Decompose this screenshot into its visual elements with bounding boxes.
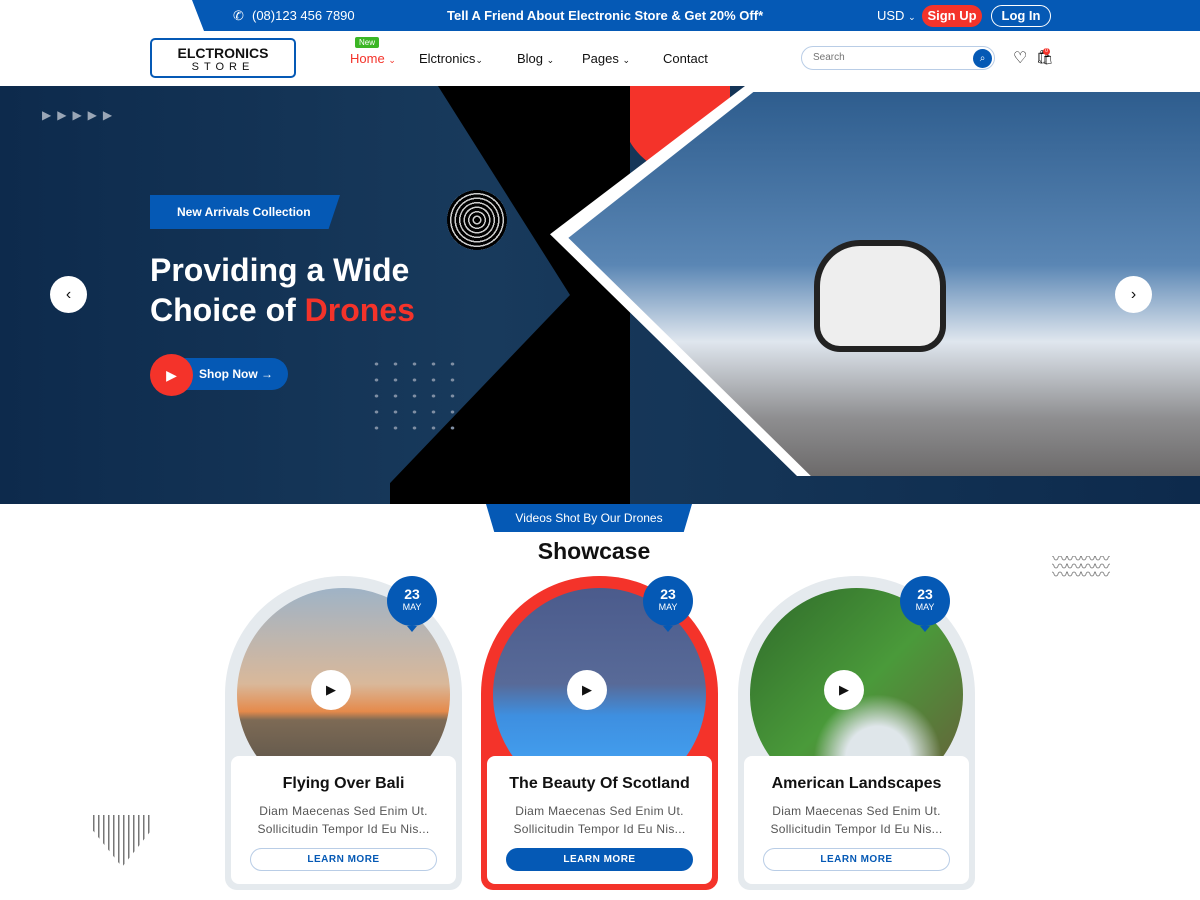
signup-button[interactable]: Sign Up [922, 5, 982, 27]
search-input[interactable] [813, 52, 963, 63]
learn-more-button[interactable]: LEARN MORE [250, 848, 437, 871]
logo[interactable]: ELCTRONICS STORE [150, 38, 296, 78]
chevron-down-icon: ⌄ [908, 12, 916, 22]
arrow-right-icon: → [261, 367, 274, 381]
date-day: 23 [404, 586, 420, 602]
currency-label: USD [877, 8, 905, 23]
showcase-card: ▶ 23 MAY The Beauty Of Scotland Diam Maec… [481, 576, 718, 890]
play-video-button[interactable]: ▶ [567, 670, 607, 710]
new-badge: New [355, 37, 380, 48]
showcase-title: Showcase [537, 538, 651, 564]
date-day: 23 [660, 586, 676, 602]
phone-number[interactable]: (08)123 456 7890 [252, 8, 355, 23]
top-bar: ✆ (08)123 456 7890 Tell A Friend About E… [0, 0, 1200, 31]
chevron-down-icon: ⌄ [388, 55, 396, 65]
decor-waves: 〰〰〰〰 〰〰〰〰 〰〰〰〰 [1052, 556, 1110, 580]
decor-triangles: ▶▶▶▶▶ [42, 108, 119, 122]
chevron-right-icon: › [1130, 286, 1137, 303]
phone-icon: ✆ [233, 8, 244, 23]
nav-blog[interactable]: Blog ⌄ [517, 51, 554, 66]
nav-contact[interactable]: Contact [663, 51, 708, 66]
hero-slider: ▶▶▶▶▶ New Arrivals Collection Providing … [0, 86, 1200, 504]
decor-rings [447, 190, 507, 250]
logo-line2: STORE [191, 61, 255, 73]
card-desc: Diam Maecenas Sed Enim Ut. [259, 804, 428, 818]
chevron-down-icon: ⌄ [622, 55, 631, 65]
showcase-tag: Videos Shot By Our Drones [486, 504, 692, 532]
showcase-card: ▶ 23 MAY Flying Over Bali Diam Maecenas S… [225, 576, 462, 890]
hero-title-line1: Providing a Wide [150, 252, 410, 288]
shop-now-button[interactable]: Shop Now → ▶ [150, 354, 288, 396]
hero-title: Providing a Wide Choice of Drones [150, 250, 415, 330]
card-desc: Sollicitudin Tempor Id Eu Nis... [770, 822, 943, 836]
showcase-card: ▶ 23 MAY American Landscapes Diam Maecena… [738, 576, 975, 890]
cart-count: 0 [1043, 48, 1050, 55]
date-month: MAY [915, 602, 935, 612]
play-icon: ▶ [582, 682, 592, 697]
card-title: The Beauty Of Scotland [509, 775, 690, 792]
nav-electronics[interactable]: Elctronics⌄ [419, 51, 483, 66]
next-slide-button[interactable]: › [1115, 276, 1152, 313]
chevron-down-icon: ⌄ [475, 55, 483, 65]
card-title: American Landscapes [771, 775, 942, 792]
date-day: 23 [917, 586, 933, 602]
nav-label: Home [350, 51, 385, 66]
promo-text: Tell A Friend About Electronic Store & G… [447, 8, 764, 23]
play-icon: ▶ [326, 682, 336, 697]
login-button[interactable]: Log In [991, 5, 1051, 27]
nav-label: Elctronics [419, 51, 476, 66]
heart-icon[interactable]: ♡ [1013, 48, 1027, 68]
play-video-button[interactable]: ▶ [311, 670, 351, 710]
card-desc: Sollicitudin Tempor Id Eu Nis... [257, 822, 430, 836]
date-badge: 23 MAY [900, 576, 950, 632]
search-icon: ⌕ [979, 53, 986, 64]
hero-tag: New Arrivals Collection [150, 195, 340, 229]
search-box: ⌕ [801, 46, 995, 70]
currency-select[interactable]: USD ⌄ [877, 8, 916, 23]
shop-now-label: Shop Now [199, 367, 258, 381]
decor-dots [367, 356, 467, 440]
card-desc: Diam Maecenas Sed Enim Ut. [515, 804, 684, 818]
hero-title-line2: Choice of [150, 292, 305, 328]
nav-label: Pages [582, 51, 619, 66]
date-month: MAY [658, 602, 678, 612]
date-badge: 23 MAY [643, 576, 693, 632]
learn-more-button[interactable]: LEARN MORE [763, 848, 950, 871]
chevron-down-icon: ⌄ [546, 55, 555, 65]
card-desc: Diam Maecenas Sed Enim Ut. [772, 804, 941, 818]
logo-line1: ELCTRONICS [177, 45, 269, 61]
search-button[interactable]: ⌕ [973, 49, 992, 68]
nav-label: Blog [517, 51, 544, 66]
play-icon: ▶ [839, 682, 849, 697]
date-badge: 23 MAY [387, 576, 437, 632]
chevron-left-icon: ‹ [65, 286, 72, 303]
nav-home[interactable]: Home ⌄ [350, 51, 396, 66]
card-desc: Sollicitudin Tempor Id Eu Nis... [513, 822, 686, 836]
hero-title-highlight: Drones [304, 292, 415, 328]
date-month: MAY [402, 602, 422, 612]
decor-bars [93, 815, 151, 867]
play-icon[interactable]: ▶ [150, 354, 193, 396]
nav-pages[interactable]: Pages ⌄ [582, 51, 630, 66]
prev-slide-button[interactable]: ‹ [50, 276, 87, 313]
card-title: Flying Over Bali [282, 775, 405, 792]
drone-illustration [820, 246, 940, 346]
play-video-button[interactable]: ▶ [824, 670, 864, 710]
learn-more-button[interactable]: LEARN MORE [506, 848, 693, 871]
